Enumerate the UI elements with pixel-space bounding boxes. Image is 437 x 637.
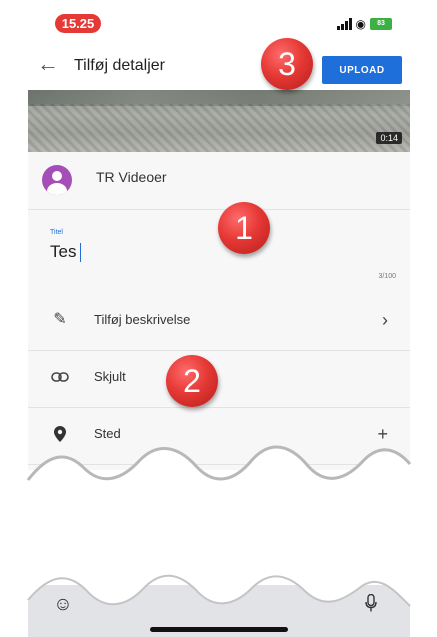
pencil-icon: ✎ [53, 311, 67, 328]
video-duration: 0:14 [376, 132, 402, 144]
avatar [42, 165, 72, 195]
add-description-row[interactable]: ✎ Tilføj beskrivelse › [28, 294, 410, 351]
channel-row: TR Videoer [28, 152, 410, 210]
title-field-label: Titel [50, 229, 63, 236]
battery-icon: 83 [370, 18, 392, 30]
add-description-label: Tilføj beskrivelse [94, 312, 191, 327]
link-icon [50, 367, 70, 387]
title-input[interactable] [48, 240, 252, 264]
upload-button[interactable]: UPLOAD [322, 56, 402, 84]
status-time: 15.25 [55, 14, 101, 33]
visibility-label: Skjult [94, 369, 126, 384]
callout-marker-2: 2 [166, 355, 218, 407]
callout-marker-1: 1 [218, 202, 270, 254]
status-icons: ◉ 83 [336, 17, 392, 31]
text-caret [80, 243, 81, 262]
channel-name: TR Videoer [96, 169, 167, 185]
home-indicator[interactable] [150, 627, 288, 632]
signal-icon [336, 18, 352, 30]
title-char-counter: 3/100 [378, 273, 396, 280]
visibility-row[interactable]: Skjult [28, 351, 410, 408]
video-thumbnail: 0:14 [28, 90, 410, 152]
chevron-right-icon: › [382, 310, 388, 330]
top-app-bar: ← Tilføj detaljer UPLOAD [28, 40, 410, 90]
page-title: Tilføj detaljer [74, 57, 165, 74]
torn-edge-bottom [0, 560, 437, 607]
status-bar: 15.25 ◉ 83 [28, 0, 410, 40]
callout-marker-3: 3 [261, 38, 313, 90]
back-arrow-icon[interactable]: ← [36, 52, 60, 76]
wifi-icon: ◉ [355, 17, 366, 31]
torn-edge-top [0, 445, 437, 492]
